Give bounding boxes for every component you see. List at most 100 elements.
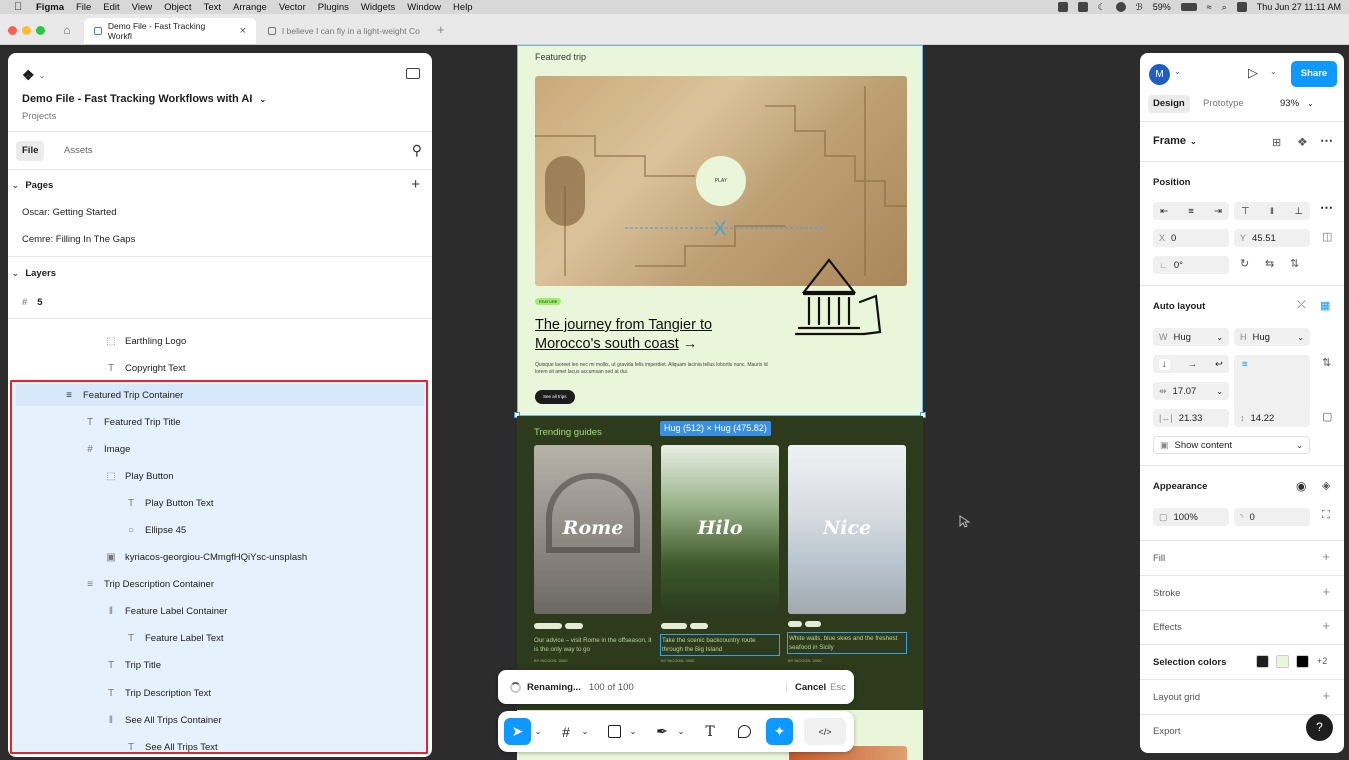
rotation-input[interactable]: ∟ 0° xyxy=(1153,256,1229,274)
layer-row[interactable]: T Play Button Text xyxy=(124,492,214,514)
flip-vertical-icon[interactable]: ⇅ xyxy=(1290,257,1299,270)
pen-tool-button[interactable]: ✒ xyxy=(650,718,674,745)
new-tab-button[interactable]: + xyxy=(437,22,445,37)
align-bottom-icon[interactable]: ⊥ xyxy=(1294,206,1302,217)
ai-tool-button[interactable]: ✦ xyxy=(766,718,793,745)
breadcrumb[interactable]: Projects xyxy=(22,111,56,122)
menu-help[interactable]: Help xyxy=(453,2,473,13)
main-menu-button[interactable]: ❖ ⌄ xyxy=(22,67,45,84)
layer-row[interactable]: T Featured Trip Title xyxy=(83,411,181,433)
layer-row[interactable]: ○ Ellipse 45 xyxy=(124,519,186,541)
bluetooth-icon[interactable]: ℬ xyxy=(1136,2,1143,13)
tab-assets[interactable]: Assets xyxy=(58,141,99,161)
tab-prototype[interactable]: Prototype xyxy=(1203,95,1244,113)
align-vertical-group[interactable]: ⊤ ‖ ⊥ xyxy=(1234,202,1310,220)
menu-app-name[interactable]: Figma xyxy=(36,2,64,13)
flip-horizontal-icon[interactable]: ⇆ xyxy=(1265,257,1274,270)
search-icon[interactable]: ⌕ xyxy=(1222,2,1227,13)
padding-vertical-input[interactable]: ↕ 14.22 xyxy=(1234,409,1310,427)
datetime[interactable]: Thu Jun 27 11:11 AM xyxy=(1257,2,1341,12)
tab-design[interactable]: Design xyxy=(1148,95,1190,113)
gap-input[interactable]: ⇹ 17.07 ⌄ xyxy=(1153,382,1229,400)
arrow-down-icon[interactable]: ↓ xyxy=(1158,358,1170,370)
comment-tool-button[interactable] xyxy=(732,718,756,745)
layers-section-header[interactable]: ⌄ Layers xyxy=(12,268,56,279)
cancel-renaming-button[interactable]: Cancel Esc xyxy=(786,681,846,693)
show-content-dropdown[interactable]: ▣ Show content ⌄ xyxy=(1153,436,1310,454)
layer-row[interactable]: T Feature Label Text xyxy=(124,627,224,649)
x-position-input[interactable]: X0 xyxy=(1153,229,1229,247)
moon-icon[interactable]: ☾ xyxy=(1098,2,1106,13)
menu-edit[interactable]: Edit xyxy=(103,2,119,13)
zoom-level[interactable]: 93% ⌄ xyxy=(1280,95,1314,113)
layer-row[interactable]: ▣ kyriacos-georgiou-CMmgfHQiYsc-unsplash xyxy=(104,546,307,568)
close-tab-icon[interactable]: × xyxy=(240,25,246,37)
minimize-window-button[interactable] xyxy=(22,26,31,35)
align-top-icon[interactable]: ⊤ xyxy=(1241,206,1249,217)
direction-group[interactable]: ↓ → ↩ xyxy=(1153,355,1229,373)
menu-arrange[interactable]: Arrange xyxy=(233,2,267,13)
page-item[interactable]: Oscar: Getting Started xyxy=(22,207,117,218)
menu-view[interactable]: View xyxy=(132,2,152,13)
corner-radius-input[interactable]: ◝ 0 xyxy=(1234,508,1310,526)
add-page-button[interactable]: + xyxy=(411,176,420,193)
play-button[interactable]: PLAY xyxy=(696,156,746,206)
shape-tool-button[interactable] xyxy=(602,718,626,745)
menu-vector[interactable]: Vector xyxy=(279,2,306,13)
menu-text[interactable]: Text xyxy=(204,2,221,13)
layer-row-selected[interactable]: ≡ Featured Trip Container xyxy=(16,384,424,406)
selection-color-swatch[interactable] xyxy=(1276,655,1289,668)
chevron-down-icon[interactable]: ⌄ xyxy=(676,718,686,745)
wifi-icon[interactable]: ≈ xyxy=(1207,2,1212,12)
arrow-right-icon[interactable]: → xyxy=(1188,359,1198,370)
toggle-sidebar-icon[interactable] xyxy=(406,68,420,79)
help-button[interactable]: ? xyxy=(1306,714,1333,741)
trending-guides-frame[interactable]: Trending guides Rome Hilo Nice Our advic… xyxy=(517,416,923,710)
layout-settings-icon[interactable]: ⇅ xyxy=(1322,356,1331,369)
layer-row[interactable]: T See All Trips Text xyxy=(124,736,218,758)
add-fill-button[interactable]: + xyxy=(1322,549,1330,564)
independent-corners-icon[interactable]: ⛶ xyxy=(1322,509,1330,522)
add-layout-grid-button[interactable]: + xyxy=(1322,688,1330,703)
page-item[interactable]: Cemre: Filling In The Gaps xyxy=(22,234,135,245)
layer-row[interactable]: ≡ Trip Description Container xyxy=(83,573,214,595)
collapse-icon[interactable]: ⤫ xyxy=(1297,299,1306,312)
eye-icon[interactable]: ◉ xyxy=(1296,479,1306,493)
menu-widgets[interactable]: Widgets xyxy=(361,2,395,13)
chevron-down-icon[interactable]: ⌄ xyxy=(628,718,638,745)
component-icon[interactable]: ❖ xyxy=(1297,135,1308,149)
more-options-icon[interactable]: ⋯ xyxy=(1320,133,1333,149)
status-app-icon[interactable] xyxy=(1057,2,1068,12)
avatar[interactable]: M xyxy=(1149,64,1170,85)
present-play-icon[interactable]: ▷ xyxy=(1248,65,1258,81)
selection-color-swatch[interactable] xyxy=(1296,655,1309,668)
apple-icon[interactable]:  xyxy=(14,1,26,13)
align-horizontal-group[interactable]: ⇤ ≡ ⇥ xyxy=(1153,202,1229,220)
pages-section-header[interactable]: ⌄ Pages xyxy=(12,180,53,191)
more-align-icon[interactable]: ⋯ xyxy=(1320,200,1333,216)
alignment-top-left-icon[interactable]: ≡ xyxy=(1242,359,1248,370)
padding-individual-icon[interactable]: ▢ xyxy=(1322,410,1332,423)
layer-row[interactable]: T Trip Title xyxy=(104,654,161,676)
guide-photo-rome[interactable]: Rome xyxy=(534,445,652,614)
guide-photo-hilo[interactable]: Hilo xyxy=(661,445,779,614)
file-title[interactable]: Demo File - Fast Tracking Workflows with… xyxy=(22,93,266,105)
chevron-down-icon[interactable]: ⌄ xyxy=(533,718,543,745)
tab-file[interactable]: File xyxy=(16,141,45,161)
move-tool-button[interactable]: ➤ xyxy=(504,718,531,745)
layer-row[interactable]: ⬚ Earthling Logo xyxy=(104,330,186,352)
dev-mode-toggle[interactable]: </> xyxy=(804,718,846,745)
selection-color-swatch[interactable] xyxy=(1256,655,1269,668)
layer-row[interactable]: # Image xyxy=(83,438,130,460)
control-center-icon[interactable] xyxy=(1236,2,1247,12)
waveform-icon[interactable] xyxy=(1077,2,1088,12)
tab-other-file[interactable]: I believe I can fly in a light-weight Co xyxy=(258,18,430,44)
add-effect-button[interactable]: + xyxy=(1322,618,1330,633)
layer-row[interactable]: T Trip Description Text xyxy=(104,682,211,704)
opacity-input[interactable]: ▢ 100% xyxy=(1153,508,1229,526)
frame-tool-button[interactable]: # xyxy=(554,718,578,745)
chevron-down-icon[interactable]: ⌄ xyxy=(1174,67,1181,76)
auto-layout-grid-icon[interactable]: ▦ xyxy=(1320,299,1330,312)
more-colors-count[interactable]: +2 xyxy=(1317,656,1327,666)
menu-window[interactable]: Window xyxy=(407,2,441,13)
